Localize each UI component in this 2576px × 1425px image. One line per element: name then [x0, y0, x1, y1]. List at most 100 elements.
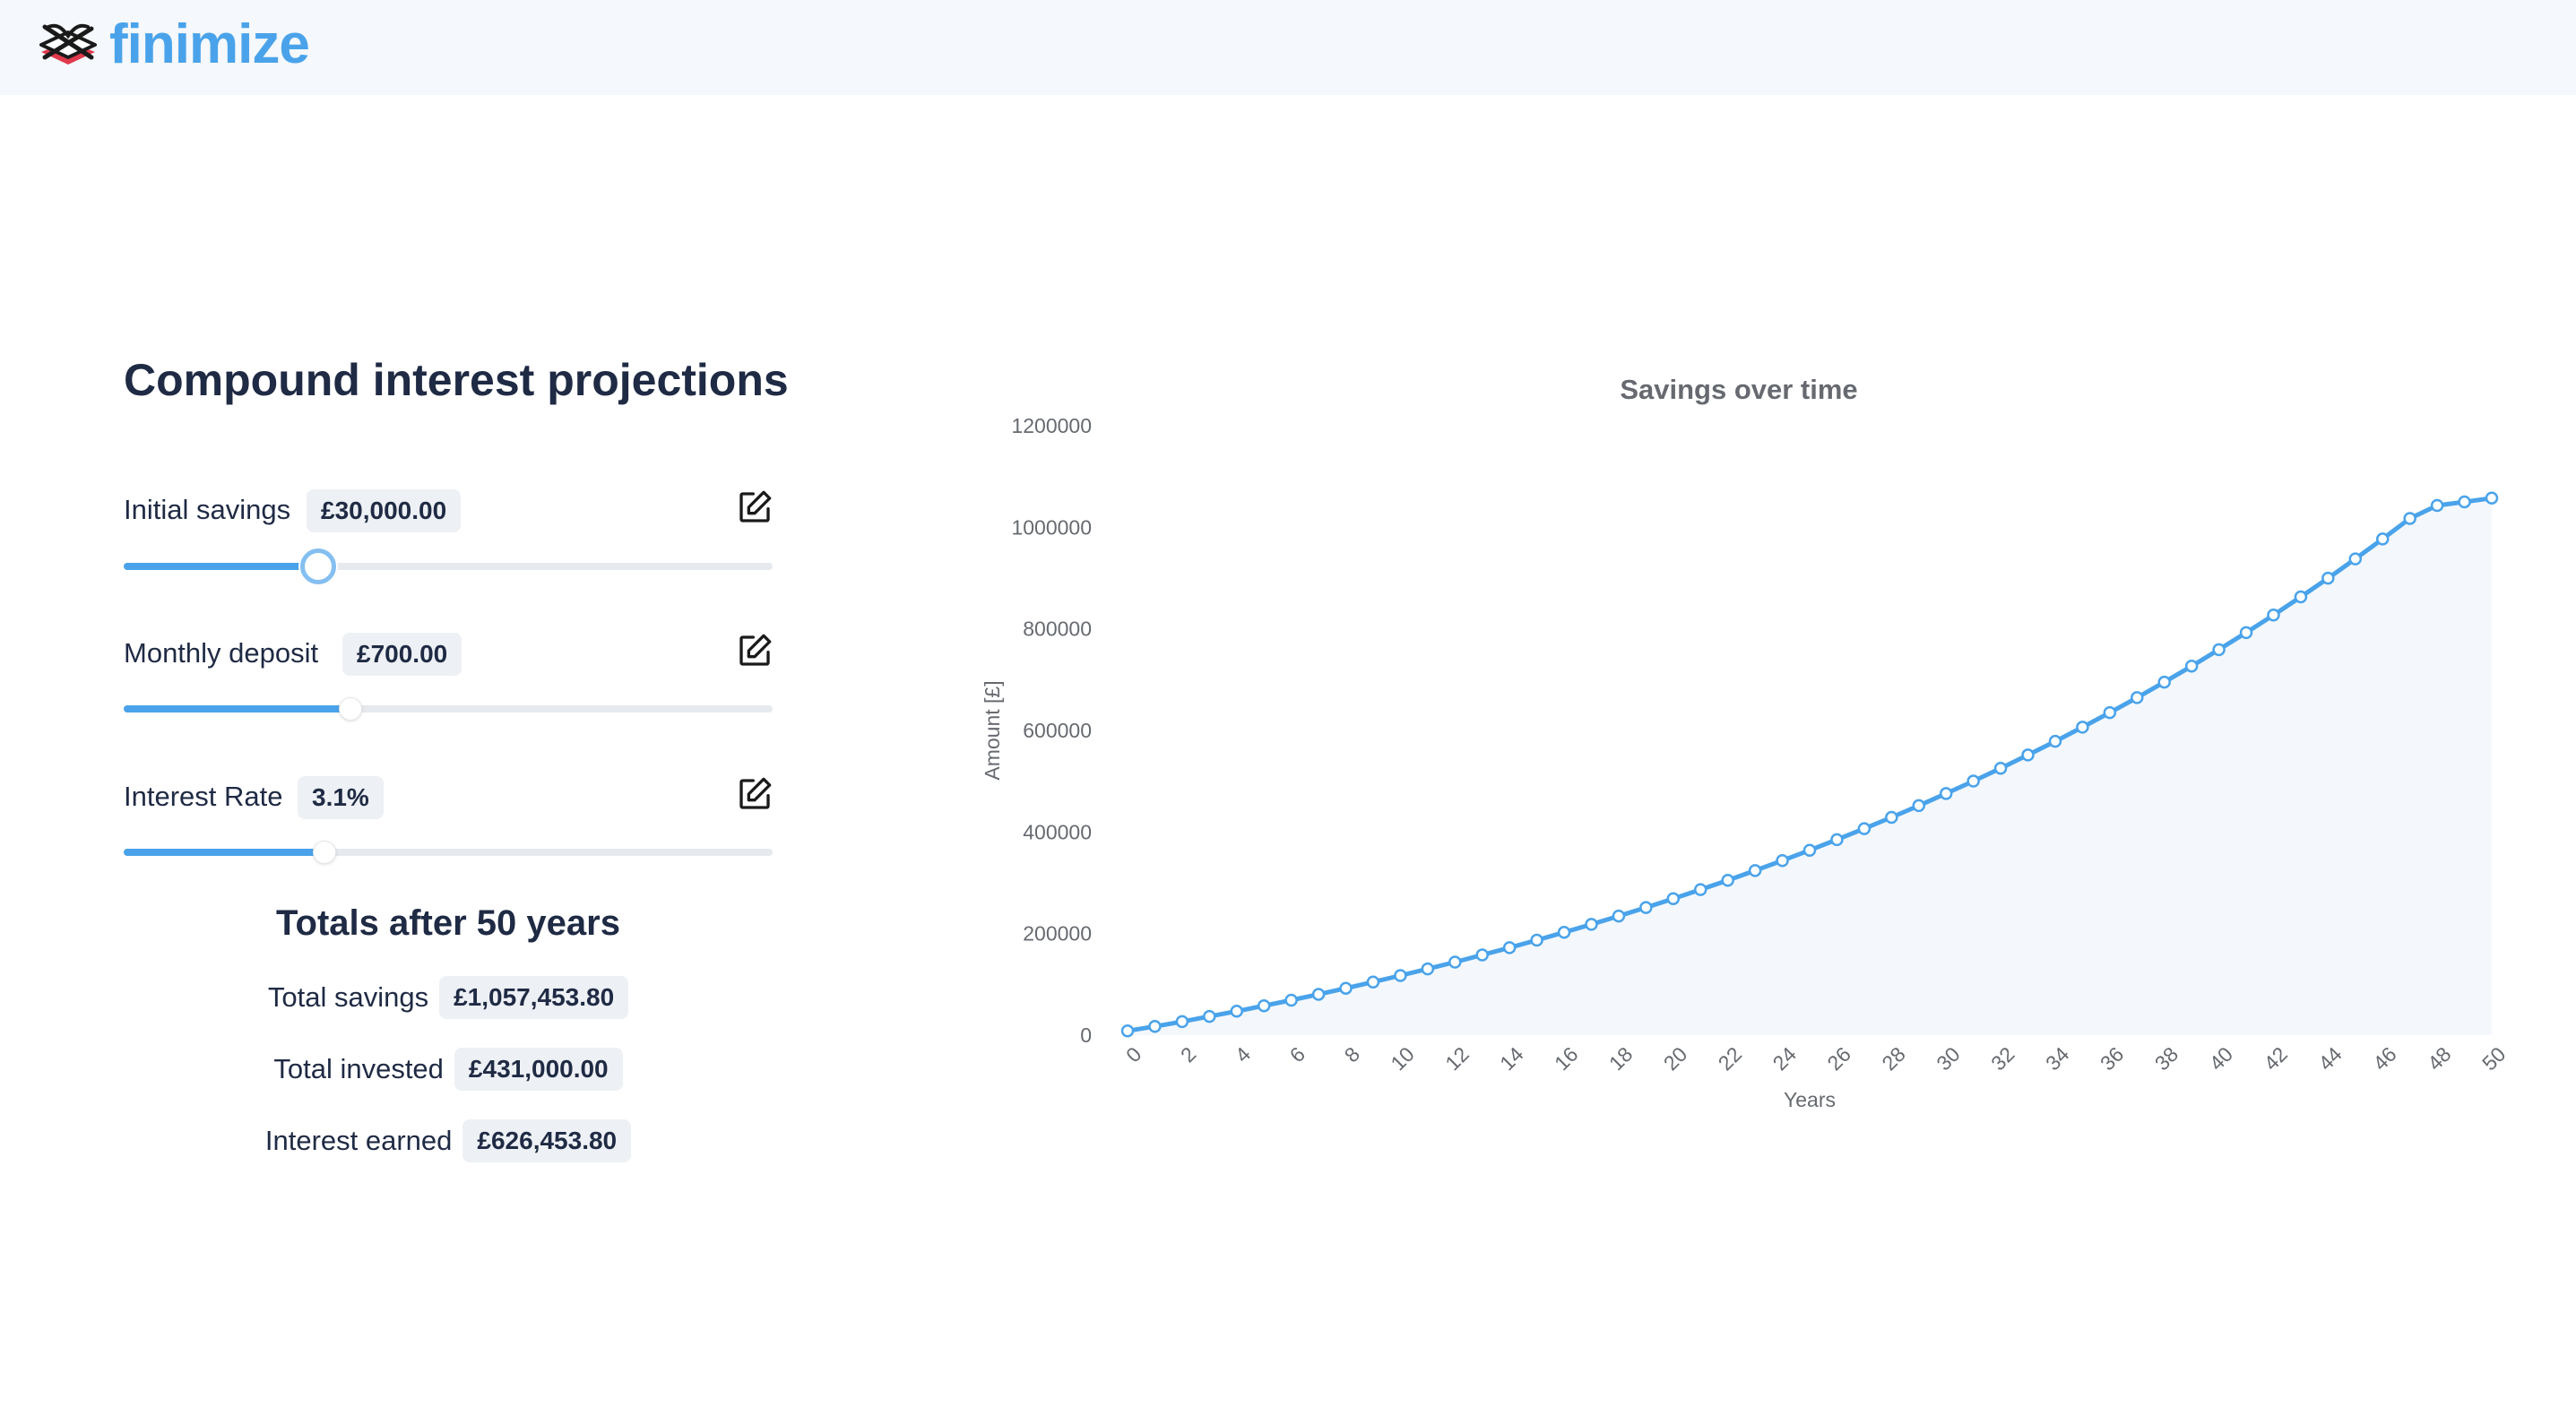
data-point[interactable]: [1639, 901, 1653, 914]
data-point[interactable]: [2239, 626, 2253, 640]
savings-chart: Savings over time Amount [£] Years 02000…: [981, 374, 2510, 1111]
monthly-deposit-label: Monthly deposit: [124, 637, 319, 669]
data-point[interactable]: [1776, 853, 1789, 868]
x-tick-label: 38: [2150, 1042, 2183, 1075]
data-point[interactable]: [1203, 1009, 1216, 1023]
data-point[interactable]: [1284, 993, 1298, 1007]
slider-fill: [124, 705, 350, 712]
data-point[interactable]: [2021, 748, 2035, 762]
x-tick-label: 44: [2313, 1042, 2347, 1075]
page-title: Compound interest projections: [124, 355, 789, 405]
data-point[interactable]: [2458, 495, 2471, 509]
data-point[interactable]: [1148, 1020, 1162, 1033]
x-tick-label: 28: [1877, 1042, 1909, 1075]
data-point[interactable]: [2321, 571, 2335, 585]
data-point[interactable]: [2267, 609, 2280, 622]
data-point[interactable]: [1721, 873, 1734, 887]
data-point[interactable]: [2076, 721, 2089, 734]
data-point[interactable]: [1967, 774, 1980, 788]
y-tick-label: 0: [1080, 1023, 1092, 1047]
interest-rate-slider[interactable]: [124, 841, 773, 864]
slider-thumb[interactable]: [339, 697, 362, 721]
total-savings-value: £1,057,453.80: [439, 976, 629, 1019]
x-tick-label: 10: [1386, 1042, 1418, 1075]
x-tick-label: 40: [2205, 1042, 2237, 1075]
data-point[interactable]: [1612, 909, 1626, 923]
x-tick-label: 20: [1659, 1042, 1691, 1075]
data-point[interactable]: [2485, 491, 2499, 505]
data-point[interactable]: [1475, 948, 1489, 962]
data-point[interactable]: [1257, 998, 1271, 1013]
x-tick-label: 22: [1714, 1042, 1746, 1075]
data-point[interactable]: [1120, 1023, 1135, 1038]
data-point[interactable]: [1666, 892, 1681, 906]
data-point[interactable]: [1530, 933, 1543, 947]
data-point[interactable]: [1748, 864, 1762, 877]
x-tick-label: 12: [1440, 1042, 1473, 1075]
data-point[interactable]: [1421, 962, 1435, 976]
x-tick-label: 34: [2041, 1042, 2074, 1075]
y-tick-label: 400000: [1023, 820, 1092, 843]
x-tick-label: 36: [2096, 1042, 2128, 1075]
data-point[interactable]: [1366, 975, 1380, 989]
edit-interest-rate-button[interactable]: [737, 776, 773, 812]
slider-thumb[interactable]: [313, 841, 336, 864]
data-point[interactable]: [1912, 799, 1926, 813]
x-tick-label: 2: [1176, 1042, 1200, 1067]
x-tick-label: 16: [1550, 1042, 1582, 1075]
data-point[interactable]: [1502, 941, 1517, 954]
top-bar: finimize: [0, 0, 2576, 95]
data-point[interactable]: [2212, 643, 2226, 657]
x-tick-label: 6: [1285, 1042, 1310, 1067]
monthly-deposit-slider[interactable]: [124, 697, 773, 721]
data-point[interactable]: [1885, 810, 1898, 825]
data-point[interactable]: [1857, 822, 1871, 835]
data-point[interactable]: [1311, 988, 1326, 1001]
data-point[interactable]: [2348, 552, 2363, 566]
x-tick-label: 50: [2477, 1042, 2510, 1075]
data-point[interactable]: [2103, 705, 2117, 720]
data-point[interactable]: [1802, 843, 1817, 857]
data-point[interactable]: [2184, 660, 2199, 673]
chart-title: Savings over time: [1620, 374, 1857, 405]
data-point[interactable]: [1693, 883, 1707, 896]
data-point[interactable]: [2048, 734, 2062, 748]
data-point[interactable]: [2403, 512, 2416, 525]
y-tick-label: 600000: [1023, 719, 1092, 742]
slider-fill: [124, 563, 318, 570]
x-tick-label: 14: [1495, 1042, 1528, 1075]
x-tick-label: 46: [2368, 1042, 2400, 1075]
data-point[interactable]: [1585, 918, 1598, 931]
brand-name[interactable]: finimize: [109, 13, 310, 76]
initial-savings-slider[interactable]: [124, 548, 773, 584]
finimize-logo-icon[interactable]: [36, 22, 100, 68]
data-point[interactable]: [1230, 1005, 1244, 1018]
data-point[interactable]: [1557, 926, 1571, 939]
data-point[interactable]: [2430, 498, 2444, 513]
data-point[interactable]: [1339, 981, 1353, 995]
slider-thumb[interactable]: [300, 548, 336, 584]
slider-fill: [124, 849, 324, 856]
total-invested-value: £431,000.00: [454, 1048, 623, 1091]
initial-savings-label: Initial savings: [124, 494, 291, 525]
interest-earned-label: Interest earned: [264, 1125, 453, 1156]
data-point[interactable]: [1830, 833, 1844, 847]
x-axis-ticks: 0 2 4 6 8 10 12 14 16 18 20 22 24 26 28 30 32 34 36 38 40 42 4…: [1121, 1042, 2510, 1075]
data-point[interactable]: [2375, 532, 2390, 546]
data-point[interactable]: [2131, 691, 2144, 704]
data-point[interactable]: [1394, 969, 1407, 982]
x-tick-label: 18: [1604, 1042, 1637, 1075]
x-tick-label: 42: [2260, 1042, 2292, 1075]
data-point[interactable]: [2157, 675, 2171, 689]
data-point[interactable]: [1448, 955, 1462, 969]
x-tick-label: 26: [1822, 1042, 1854, 1075]
edit-icon: [739, 490, 772, 522]
data-point[interactable]: [1939, 787, 1953, 800]
data-point[interactable]: [1993, 761, 2008, 775]
data-point[interactable]: [2294, 590, 2308, 604]
edit-initial-savings-button[interactable]: [737, 489, 773, 525]
data-point[interactable]: [1175, 1015, 1189, 1029]
x-tick-label: 8: [1340, 1042, 1364, 1067]
edit-monthly-deposit-button[interactable]: [737, 633, 773, 669]
plot-area: [1120, 491, 2499, 1038]
